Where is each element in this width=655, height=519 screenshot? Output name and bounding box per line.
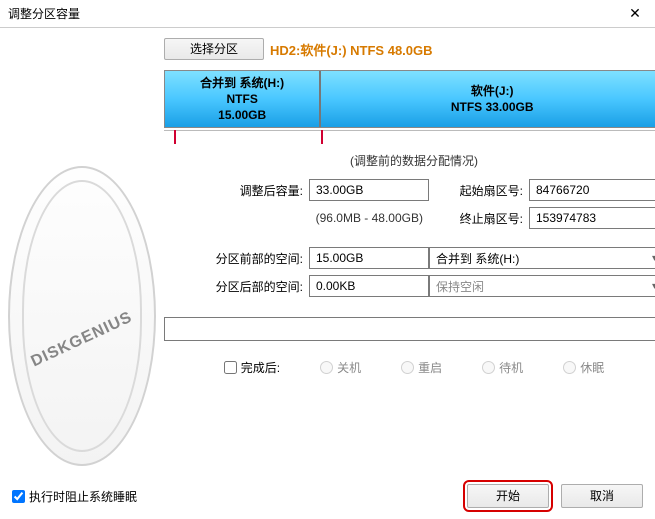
window-title: 调整分区容量 bbox=[8, 5, 615, 22]
close-icon: ✕ bbox=[629, 5, 641, 22]
select-partition-row: 选择分区 HD2:软件(J:) NTFS 48.0GB bbox=[164, 36, 655, 62]
main-panel: 选择分区 HD2:软件(J:) NTFS 48.0GB 合并到 系统(H:) N… bbox=[164, 28, 655, 474]
start-sector-label: 起始扇区号: bbox=[429, 182, 529, 199]
marker-start bbox=[174, 130, 176, 144]
start-button[interactable]: 开始 bbox=[467, 484, 549, 508]
after-complete-row: 完成后: 关机 重启 待机 休眠 bbox=[164, 359, 655, 376]
rear-space-label: 分区后部的空间: bbox=[194, 278, 309, 295]
partition-a-fs: NTFS bbox=[227, 91, 258, 107]
rear-space-select-value: 保持空闲 bbox=[436, 278, 484, 295]
after-complete-checkbox[interactable]: 完成后: bbox=[224, 359, 280, 376]
close-button[interactable]: ✕ bbox=[615, 0, 655, 28]
partition-segment-merge[interactable]: 合并到 系统(H:) NTFS 15.00GB bbox=[165, 71, 321, 127]
progress-bar bbox=[164, 317, 655, 341]
adjusted-size-label: 调整后容量: bbox=[194, 182, 309, 199]
after-complete-checkbox-input[interactable] bbox=[224, 361, 237, 374]
front-space-select[interactable]: 合并到 系统(H:) ▾ bbox=[429, 247, 655, 269]
marker-split bbox=[321, 130, 323, 144]
disk-illustration: DISKGENIUS bbox=[8, 166, 156, 466]
prevent-sleep-checkbox[interactable] bbox=[12, 490, 25, 503]
partition-underbar bbox=[164, 130, 655, 144]
select-partition-button[interactable]: 选择分区 bbox=[164, 38, 264, 60]
brand-text: DISKGENIUS bbox=[29, 308, 136, 371]
partition-b-title: 软件(J:) bbox=[471, 83, 514, 99]
partition-segment-software[interactable]: 软件(J:) NTFS 33.00GB bbox=[321, 71, 655, 127]
front-space-select-value: 合并到 系统(H:) bbox=[436, 250, 519, 267]
footer: 执行时阻止系统睡眠 开始 取消 bbox=[0, 474, 655, 518]
end-sector-label: 终止扇区号: bbox=[429, 210, 529, 227]
partition-bar[interactable]: 合并到 系统(H:) NTFS 15.00GB 软件(J:) NTFS 33.0… bbox=[164, 70, 655, 128]
footer-left: 执行时阻止系统睡眠 bbox=[12, 488, 467, 505]
partition-a-title: 合并到 系统(H:) bbox=[200, 75, 284, 91]
start-sector-input[interactable] bbox=[529, 179, 655, 201]
rear-space-select[interactable]: 保持空闲 ▾ bbox=[429, 275, 655, 297]
front-space-label: 分区前部的空间: bbox=[194, 250, 309, 267]
sidebar: DISKGENIUS bbox=[0, 28, 164, 474]
front-space-input[interactable] bbox=[309, 247, 429, 269]
titlebar: 调整分区容量 ✕ bbox=[0, 0, 655, 28]
radio-shutdown[interactable]: 关机 bbox=[320, 359, 361, 376]
footer-buttons: 开始 取消 bbox=[467, 484, 643, 508]
radio-standby[interactable]: 待机 bbox=[482, 359, 523, 376]
cancel-button[interactable]: 取消 bbox=[561, 484, 643, 508]
partition-a-size: 15.00GB bbox=[218, 107, 266, 123]
form-grid: 调整后容量: 起始扇区号: (96.0MB - 48.00GB) 终止扇区号: … bbox=[194, 179, 655, 297]
range-hint: (96.0MB - 48.00GB) bbox=[194, 211, 429, 225]
radio-hibernate[interactable]: 休眠 bbox=[563, 359, 604, 376]
after-complete-label: 完成后: bbox=[241, 359, 280, 376]
radio-restart[interactable]: 重启 bbox=[401, 359, 442, 376]
rear-space-input[interactable] bbox=[309, 275, 429, 297]
allocation-caption: (调整前的数据分配情况) bbox=[164, 152, 655, 169]
end-sector-input[interactable] bbox=[529, 207, 655, 229]
prevent-sleep-label: 执行时阻止系统睡眠 bbox=[29, 488, 137, 505]
adjusted-size-input[interactable] bbox=[309, 179, 429, 201]
content: DISKGENIUS 选择分区 HD2:软件(J:) NTFS 48.0GB 合… bbox=[0, 28, 655, 474]
partition-b-size: NTFS 33.00GB bbox=[451, 99, 534, 115]
partition-path: HD2:软件(J:) NTFS 48.0GB bbox=[270, 40, 433, 59]
